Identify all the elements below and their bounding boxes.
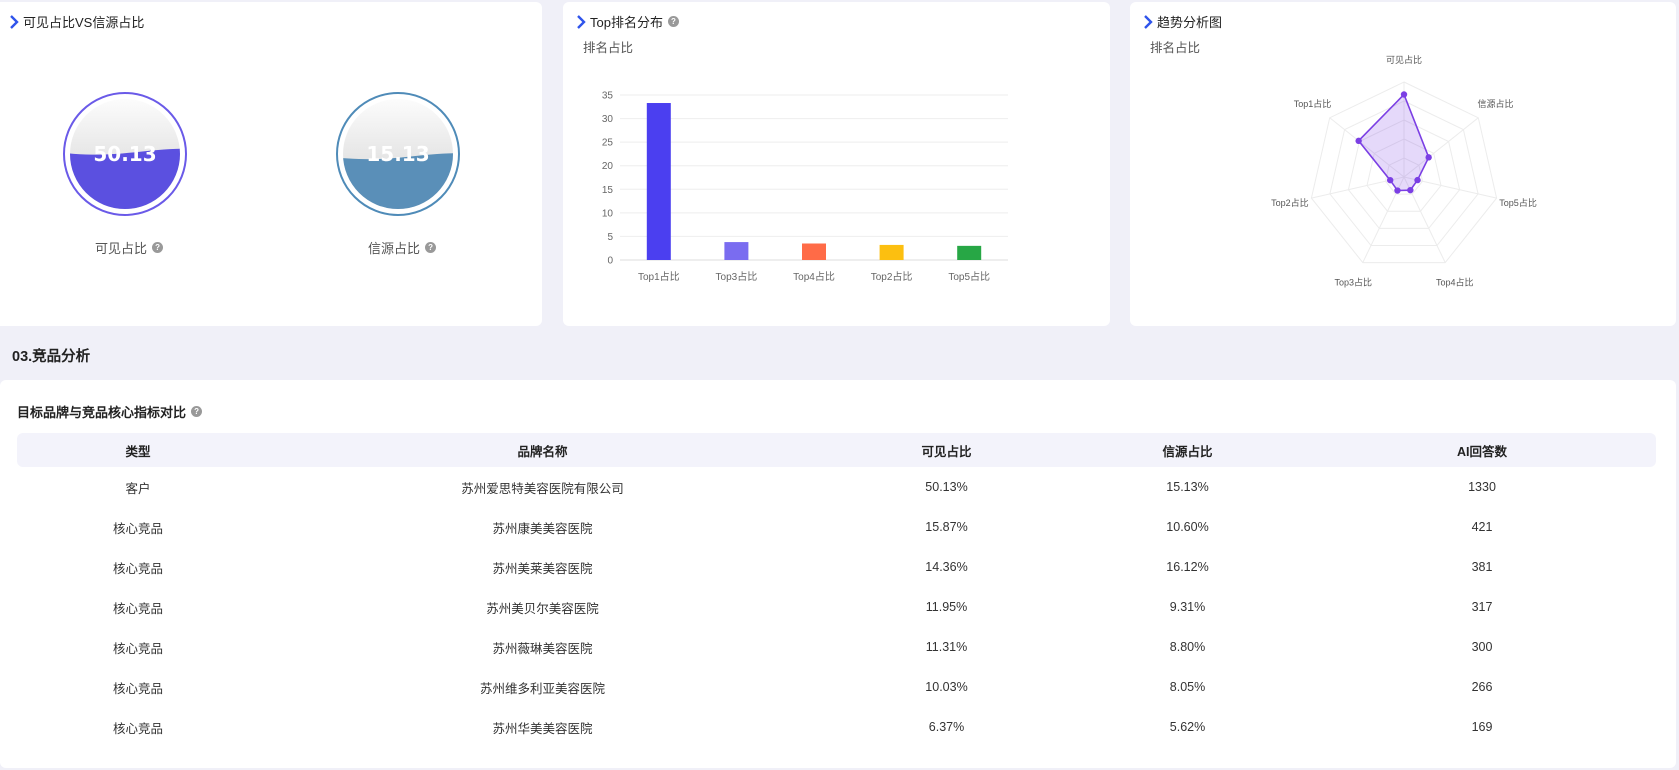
top-rank-card: Top排名分布 ? 排名占比 0 5 10 15 20 25 30 35 Top1占比 Top3占… bbox=[563, 2, 1110, 326]
cell-ai-answers: 266 bbox=[1471, 680, 1493, 694]
cell-source-ratio: 8.80% bbox=[1169, 640, 1206, 654]
radar-chart: 可见占比信源占比 Top5占比 Top4占比 Top3占比 Top2占比 Top1占比 bbox=[1271, 54, 1537, 287]
source-ratio-label: 信源占比 ? bbox=[368, 238, 437, 257]
table-row: 客户 苏州爱思特美容医院有限公司 50.13% 15.13% 1330 bbox=[17, 467, 1656, 507]
table-row: 核心竞品 苏州华美美容医院 6.37% 5.62% 169 bbox=[17, 707, 1656, 747]
cell-ai-answers: 169 bbox=[1471, 720, 1493, 734]
header-visible-ratio[interactable]: 可见占比 bbox=[826, 433, 1067, 467]
bar bbox=[802, 243, 826, 260]
table-row: 核心竞品 苏州美莱美容医院 14.36% 16.12% 381 bbox=[17, 547, 1656, 587]
cell-ai-answers: 421 bbox=[1471, 520, 1493, 534]
radar-point bbox=[1425, 154, 1432, 161]
cell-type: 核心竞品 bbox=[112, 641, 163, 656]
bar bbox=[646, 103, 671, 260]
radar-axis-label: Top2占比 bbox=[1271, 197, 1309, 208]
cell-brand-name: 苏州薇琳美容医院 bbox=[492, 641, 593, 656]
cell-visible-ratio: 10.03% bbox=[925, 680, 968, 694]
help-icon[interactable]: ? bbox=[152, 242, 164, 253]
gauge-card-title: 可见占比VS信源占比 bbox=[8, 12, 144, 31]
cell-type: 核心竞品 bbox=[112, 721, 163, 736]
cell-brand-name: 苏州美莱美容医院 bbox=[492, 561, 593, 576]
cell-ai-answers: 381 bbox=[1471, 560, 1493, 574]
table-row: 核心竞品 苏州康美美容医院 15.87% 10.60% 421 bbox=[17, 507, 1656, 547]
cell-ai-answers: 1330 bbox=[1468, 480, 1496, 494]
bar-chart: 0 5 10 15 20 25 30 35 Top1占比 Top3占比 Top4占比 Top2占比 To… bbox=[602, 91, 1008, 283]
y-tick-label: 0 bbox=[607, 256, 613, 267]
bar bbox=[879, 244, 904, 260]
radar-axis-label: Top4占比 bbox=[1436, 276, 1474, 287]
cell-visible-ratio: 11.31% bbox=[925, 640, 968, 654]
cell-type: 核心竞品 bbox=[112, 561, 163, 576]
visible-ratio-label: 可见占比 ? bbox=[95, 238, 164, 257]
cell-brand-name: 苏州维多利亚美容医院 bbox=[479, 681, 605, 696]
x-tick-label: Top4占比 bbox=[793, 270, 835, 283]
bar bbox=[957, 245, 982, 260]
x-tick-label: Top3占比 bbox=[716, 270, 758, 283]
y-tick-label: 20 bbox=[602, 161, 614, 172]
cell-brand-name: 苏州华美美容医院 bbox=[492, 721, 593, 736]
cell-brand-name: 苏州美贝尔美容医院 bbox=[486, 601, 599, 616]
x-tick-label: Top2占比 bbox=[871, 270, 913, 283]
gauge-value: 15.13 bbox=[366, 142, 429, 166]
radar-point bbox=[1386, 176, 1394, 184]
header-ai-answers[interactable]: AI回答数 bbox=[1308, 433, 1656, 467]
y-tick-label: 25 bbox=[602, 138, 614, 149]
cell-ai-answers: 300 bbox=[1471, 640, 1493, 654]
cell-visible-ratio: 11.95% bbox=[925, 600, 968, 614]
cell-ai-answers: 317 bbox=[1471, 600, 1493, 614]
comparison-table: 类型 品牌名称 可见占比 信源占比 AI回答数 客户 苏州爱思特美容医院有限公司 5… bbox=[17, 433, 1656, 747]
x-tick-label: Top5占比 bbox=[948, 270, 990, 283]
cell-type: 核心竞品 bbox=[112, 601, 163, 616]
cell-source-ratio: 15.13% bbox=[1166, 480, 1209, 494]
header-type[interactable]: 类型 bbox=[17, 433, 259, 467]
source-ratio-gauge: 15.13 bbox=[335, 91, 461, 217]
gauge-card: 可见占比VS信源占比 50.13 可见占比 ? 15.13 信源占比 ? bbox=[0, 2, 542, 326]
cell-source-ratio: 16.12% bbox=[1166, 560, 1209, 574]
cell-type: 核心竞品 bbox=[112, 681, 163, 696]
y-tick-label: 30 bbox=[602, 114, 614, 125]
cell-brand-name: 苏州爱思特美容医院有限公司 bbox=[461, 481, 624, 496]
table-row: 核心竞品 苏州美贝尔美容医院 11.95% 9.31% 317 bbox=[17, 587, 1656, 627]
y-tick-label: 5 bbox=[607, 232, 613, 243]
cell-visible-ratio: 6.37% bbox=[928, 720, 965, 734]
header-brand-name[interactable]: 品牌名称 bbox=[259, 433, 826, 467]
cell-brand-name: 苏州康美美容医院 bbox=[492, 521, 593, 536]
cell-visible-ratio: 50.13% bbox=[925, 480, 968, 494]
cell-type: 核心竞品 bbox=[112, 521, 163, 536]
cell-source-ratio: 5.62% bbox=[1169, 720, 1206, 734]
radar-point bbox=[1355, 137, 1362, 145]
radar-axis-label: 信源占比 bbox=[1477, 98, 1513, 109]
cell-source-ratio: 8.05% bbox=[1169, 680, 1206, 694]
comparison-title: 目标品牌与竞品核心指标对比 ? bbox=[17, 402, 203, 421]
radar-point bbox=[1394, 187, 1401, 194]
radar-axis-label: Top1占比 bbox=[1294, 98, 1332, 109]
table-row: 核心竞品 苏州维多利亚美容医院 10.03% 8.05% 266 bbox=[17, 667, 1656, 707]
table-row: 核心竞品 苏州薇琳美容医院 11.31% 8.80% 300 bbox=[17, 627, 1656, 667]
radar-point bbox=[1400, 91, 1408, 98]
gauge-value: 50.13 bbox=[93, 142, 156, 166]
help-icon[interactable]: ? bbox=[425, 242, 437, 253]
cell-visible-ratio: 15.87% bbox=[925, 520, 968, 534]
y-tick-label: 10 bbox=[602, 208, 614, 219]
visible-ratio-gauge: 50.13 bbox=[62, 91, 188, 217]
trend-card: 趋势分析图 排名占比 可见占比 信源占比 Top5占比 Top4占比 Top3占比 Top… bbox=[1130, 2, 1676, 326]
radar-axis-label: 可见占比 bbox=[1386, 54, 1422, 65]
table-header-row: 类型 品牌名称 可见占比 信源占比 AI回答数 bbox=[17, 433, 1656, 467]
radar-axis-label: Top3占比 bbox=[1334, 276, 1372, 287]
y-tick-label: 35 bbox=[602, 91, 614, 102]
cell-source-ratio: 10.60% bbox=[1166, 520, 1209, 534]
help-icon[interactable]: ? bbox=[191, 406, 203, 417]
cell-source-ratio: 9.31% bbox=[1169, 600, 1206, 614]
chevron-right-icon bbox=[10, 14, 19, 29]
radar-axis-label: Top5占比 bbox=[1499, 197, 1537, 208]
bar bbox=[724, 242, 749, 260]
radar-point bbox=[1414, 176, 1421, 184]
y-tick-label: 15 bbox=[602, 185, 614, 196]
header-source-ratio[interactable]: 信源占比 bbox=[1067, 433, 1308, 467]
cell-visible-ratio: 14.36% bbox=[925, 560, 968, 574]
cell-type: 客户 bbox=[125, 481, 151, 496]
section-title: 03.竞品分析 bbox=[12, 349, 91, 365]
radar-point bbox=[1407, 186, 1414, 194]
x-tick-label: Top1占比 bbox=[638, 270, 680, 283]
